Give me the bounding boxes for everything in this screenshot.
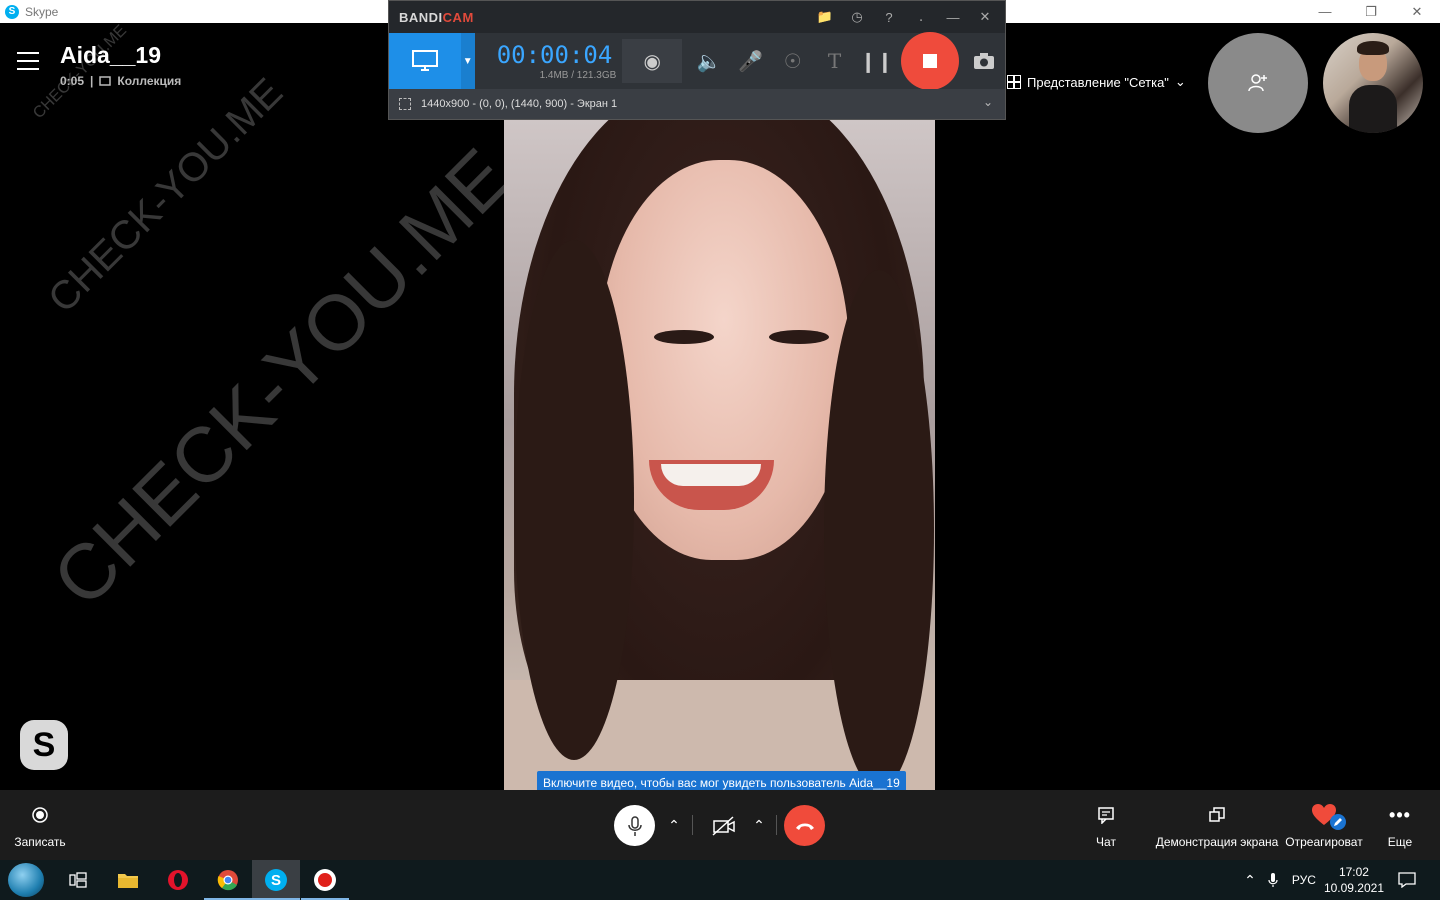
task-view-icon[interactable] (54, 860, 102, 900)
clock-time: 17:02 (1338, 865, 1369, 879)
region-select-icon (399, 98, 411, 110)
remote-video (504, 120, 935, 790)
add-participant-button[interactable] (1208, 33, 1308, 133)
record-icon (32, 807, 48, 823)
gallery-icon (99, 76, 112, 86)
close-icon[interactable]: ✕ (969, 1, 1001, 33)
taskbar: S ⌃ РУС 17:02 10.09.2021 (0, 860, 1440, 900)
share-screen-label: Демонстрация экрана (1155, 835, 1279, 849)
skype-app-icon: S (5, 4, 19, 19)
window-controls: — ❐ ✕ (1302, 0, 1440, 23)
recording-timer: 00:00:04 1.4MB / 121.3GB (497, 41, 617, 81)
cursor-effect-icon[interactable]: ☉ (772, 33, 814, 89)
share-screen-button[interactable]: Демонстрация экрана (1154, 790, 1280, 860)
opera-icon[interactable] (154, 860, 202, 900)
camera-icon[interactable] (963, 33, 1005, 89)
tray-expand-icon[interactable]: ⌃ (1244, 872, 1256, 889)
close-icon[interactable]: ✕ (1394, 0, 1440, 23)
call-duration: 0:05 (60, 74, 85, 88)
minimize-icon[interactable]: — (1302, 0, 1348, 23)
text-overlay-icon[interactable]: T (814, 33, 856, 89)
react-button[interactable]: Отреагироват (1284, 790, 1364, 860)
microphone-icon[interactable] (1268, 872, 1278, 888)
notifications-icon[interactable] (1398, 872, 1416, 888)
file-explorer-icon[interactable] (104, 860, 152, 900)
hang-up-button[interactable] (784, 805, 825, 846)
speaker-icon[interactable]: 🔈 (688, 33, 730, 89)
restore-icon[interactable]: ❐ (1348, 0, 1394, 23)
skype-logo: S (20, 720, 68, 770)
microphone-icon (627, 815, 642, 836)
chrome-icon[interactable] (204, 860, 252, 900)
phone-hangup-icon (795, 823, 814, 830)
grid-icon (1007, 75, 1021, 89)
share-screen-icon (1209, 807, 1225, 822)
clock[interactable]: 17:02 10.09.2021 (1324, 864, 1384, 896)
more-button[interactable]: ••• Еще (1380, 790, 1420, 860)
window-title: Skype (25, 4, 59, 19)
bandicam-taskbar-icon[interactable] (301, 860, 349, 900)
video-off-icon (711, 815, 735, 836)
watermark: CHECK-YOU.ME (35, 131, 527, 623)
collapse-icon[interactable]: ․ (905, 1, 937, 33)
menu-icon[interactable] (17, 52, 39, 70)
screen: S Skype — ❐ ✕ CHECK-YOU.ME CHECK-YOU.ME … (0, 0, 1440, 900)
edit-icon (1330, 814, 1346, 830)
contact-name: Aida__19 (60, 42, 162, 68)
call-controls-bar: Записать ⌃ ⌃ Чат Демонстрация экрана Отр… (0, 790, 1440, 860)
bandicam-logo: BANDICAM (399, 9, 474, 25)
react-label: Отреагироват (1285, 835, 1363, 849)
language-indicator[interactable]: РУС (1292, 873, 1316, 887)
add-person-icon (1248, 74, 1267, 92)
skype-taskbar-icon[interactable]: S (252, 860, 300, 900)
minimize-icon[interactable]: — (937, 1, 969, 33)
watermark: CHECK-YOU.ME (40, 69, 292, 322)
grid-view-toggle[interactable]: Представление "Сетка" ⌄ (1007, 74, 1186, 90)
microphone-icon[interactable]: 🎤 (730, 33, 772, 89)
help-icon[interactable]: ? (873, 1, 905, 33)
clock-date: 10.09.2021 (1323, 881, 1384, 895)
monitor-icon (411, 50, 438, 71)
grid-view-label: Представление "Сетка" (1027, 74, 1169, 90)
record-label: Записать (14, 835, 66, 849)
video-toggle-button[interactable] (703, 805, 744, 846)
chevron-down-icon[interactable]: ⌄ (983, 95, 993, 109)
timer-value: 00:00:04 (496, 41, 613, 69)
webcam-icon[interactable]: ◉ (622, 39, 683, 83)
bandicam-header[interactable]: BANDICAM 📁 ◷ ? ․ — ✕ (389, 1, 1005, 33)
collection-link[interactable]: Коллекция (117, 74, 181, 88)
separator: | (90, 74, 94, 88)
folder-icon[interactable]: 📁 (809, 1, 841, 33)
chat-icon (1098, 807, 1114, 824)
mute-button[interactable] (614, 805, 655, 846)
record-button[interactable]: Записать (12, 790, 68, 860)
mic-options-chevron-icon[interactable]: ⌃ (659, 810, 689, 840)
stop-record-button[interactable] (901, 32, 960, 90)
region-bar[interactable]: 1440x900 - (0, 0), (1440, 900) - Экран 1… (389, 89, 1005, 119)
system-tray: ⌃ РУС 17:02 10.09.2021 (1244, 860, 1440, 900)
bandicam-window: BANDICAM 📁 ◷ ? ․ — ✕ ▼ 00:00:04 1.4MB / … (388, 0, 1006, 120)
call-info: 0:05 | Коллекция (60, 74, 181, 88)
pause-icon[interactable]: ❙❙ (856, 33, 898, 89)
video-options-chevron-icon[interactable]: ⌃ (744, 810, 774, 840)
region-text: 1440x900 - (0, 0), (1440, 900) - Экран 1 (421, 98, 618, 110)
start-button[interactable] (8, 863, 44, 897)
history-icon[interactable]: ◷ (841, 1, 873, 33)
chat-label: Чат (1096, 835, 1116, 849)
file-size: 1.4MB / 121.3GB (539, 70, 617, 81)
chat-button[interactable]: Чат (1086, 790, 1126, 860)
self-video-avatar[interactable] (1323, 33, 1423, 133)
chevron-down-icon[interactable]: ▼ (460, 33, 475, 89)
screen-mode-button[interactable] (389, 33, 461, 89)
watermark: CHECK-YOU.ME (30, 21, 131, 123)
more-label: Еще (1387, 835, 1413, 849)
more-icon: ••• (1389, 804, 1411, 825)
chevron-down-icon: ⌄ (1174, 74, 1186, 89)
